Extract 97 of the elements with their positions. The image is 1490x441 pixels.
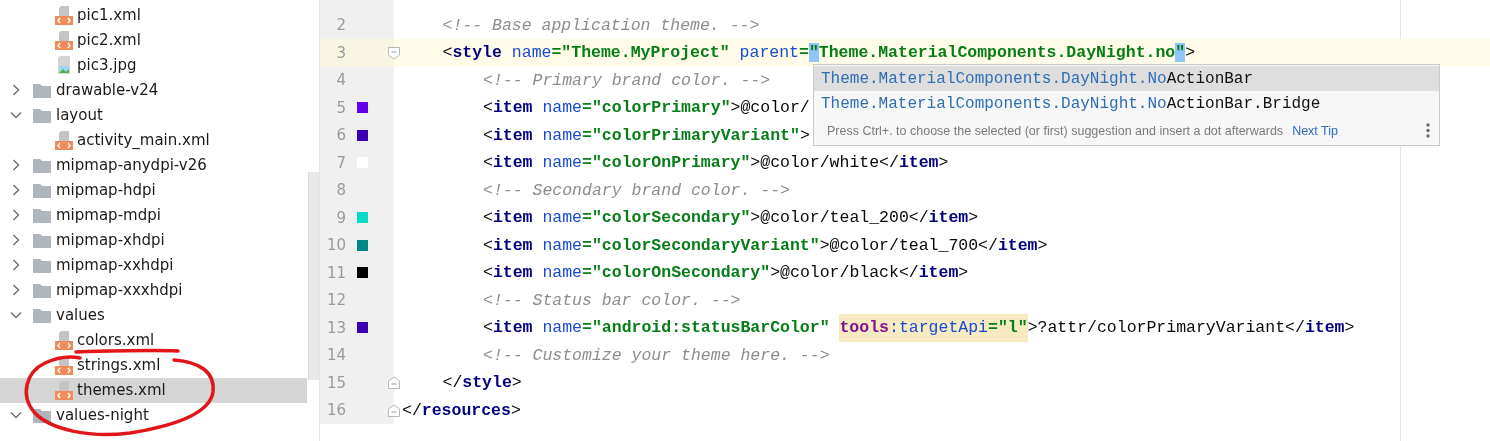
tree-row[interactable]: mipmap-xhdpi <box>0 227 307 253</box>
tree-row[interactable]: mipmap-xxhdpi <box>0 252 307 278</box>
line-number: 4 <box>335 71 346 90</box>
tree-row[interactable]: values <box>0 302 307 328</box>
tree-row[interactable]: pic1.xml <box>0 2 307 28</box>
code-line: </style> <box>441 372 522 395</box>
chevron-right-icon[interactable] <box>10 184 22 196</box>
line-number: 5 <box>335 98 346 117</box>
line-number: 6 <box>335 126 346 145</box>
code-line: <item name="colorOnSecondary">@color/black</item> <box>482 262 969 285</box>
code-line: <item name="android:statusBarColor" tools:targetApi="l">?attr/colorPrimaryVariant</item> <box>394 314 1355 342</box>
tree-row[interactable]: layout <box>0 102 307 128</box>
folder-icon <box>33 182 51 198</box>
tree-row[interactable]: pic3.jpg <box>0 52 307 78</box>
code-line: </resources> <box>401 399 521 422</box>
folder-name: values-night <box>56 406 149 424</box>
folder-icon <box>33 82 51 98</box>
xml-file-icon <box>55 5 73 25</box>
chevron-down-icon[interactable] <box>10 309 22 321</box>
line-number: 2 <box>335 16 346 35</box>
tree-row[interactable]: mipmap-xxxhdpi <box>0 277 307 303</box>
code-line: <item name="colorPrimaryVariant"> <box>482 124 810 147</box>
line-number: 8 <box>335 181 346 200</box>
file-name: themes.xml <box>77 381 166 399</box>
chevron-right-icon[interactable] <box>10 159 22 171</box>
scrollbar[interactable] <box>308 172 319 380</box>
line-number: 16 <box>325 401 346 420</box>
line-number: 7 <box>335 153 346 172</box>
folder-icon <box>33 282 51 298</box>
tree-row[interactable]: pic2.xml <box>0 27 307 53</box>
line-number: 10 <box>325 236 346 255</box>
folder-name: mipmap-anydpi-v26 <box>56 156 207 174</box>
line-number: 13 <box>325 318 346 337</box>
folder-name: values <box>56 306 105 324</box>
folder-icon <box>33 157 51 173</box>
line-number: 15 <box>325 373 346 392</box>
file-name: colors.xml <box>77 331 155 349</box>
folder-name: drawable-v24 <box>56 81 159 99</box>
line-number: 11 <box>325 263 346 282</box>
tree-row[interactable]: drawable-v24 <box>0 77 307 103</box>
tree-row[interactable]: strings.xml <box>0 352 307 378</box>
code-line: <item name="colorSecondary">@color/teal_200</item> <box>482 207 979 230</box>
tree-row[interactable]: themes.xml <box>0 377 307 403</box>
code-line: <!-- Customize your theme here. --> <box>482 344 830 367</box>
xml-file-icon <box>55 330 73 350</box>
xml-file-icon <box>55 380 73 400</box>
tree-row[interactable]: activity_main.xml <box>0 127 307 153</box>
suggestion-item[interactable]: Theme.MaterialComponents.DayNight.NoActionBar <box>814 66 1439 91</box>
chevron-right-icon[interactable] <box>10 259 22 271</box>
image-file-icon <box>55 55 73 75</box>
file-name: pic1.xml <box>77 6 141 24</box>
suggestion-item[interactable]: Theme.MaterialComponents.DayNight.NoActionBar.Bridge <box>814 91 1439 116</box>
folder-name: layout <box>56 106 103 124</box>
code-line: <item name="colorPrimary">@color/ <box>482 97 810 120</box>
folder-name: mipmap-mdpi <box>56 206 161 224</box>
chevron-down-icon[interactable] <box>10 109 22 121</box>
tree-row[interactable]: colors.xml <box>0 327 307 353</box>
folder-icon <box>33 207 51 223</box>
fold-marker-icon[interactable] <box>387 403 401 418</box>
fold-marker-icon[interactable] <box>387 46 401 60</box>
line-number: 9 <box>335 208 346 227</box>
folder-name: mipmap-xhdpi <box>56 231 165 249</box>
tree-row[interactable]: mipmap-mdpi <box>0 202 307 228</box>
tree-row[interactable]: mipmap-anydpi-v26 <box>0 152 307 178</box>
line-number: 12 <box>325 291 346 310</box>
chevron-right-icon[interactable] <box>10 284 22 296</box>
folder-name: mipmap-xxxhdpi <box>56 281 183 299</box>
xml-file-icon <box>55 130 73 150</box>
chevron-right-icon[interactable] <box>10 84 22 96</box>
folder-icon <box>33 307 51 323</box>
line-number: 14 <box>325 346 346 365</box>
file-name: pic2.xml <box>77 31 141 49</box>
line-number: 3 <box>335 43 346 62</box>
file-name: pic3.jpg <box>77 56 137 74</box>
chevron-down-icon[interactable] <box>10 409 22 421</box>
more-options-icon[interactable] <box>1426 123 1430 138</box>
chevron-right-icon[interactable] <box>10 234 22 246</box>
tree-row[interactable]: mipmap-hdpi <box>0 177 307 203</box>
file-name: activity_main.xml <box>77 131 210 149</box>
next-tip-link[interactable]: Next Tip <box>1292 123 1338 138</box>
folder-icon <box>33 107 51 123</box>
code-line: <item name="colorOnPrimary">@color/white</item> <box>482 152 949 175</box>
code-line: <!-- Primary brand color. --> <box>482 69 771 92</box>
code-line: <!-- Status bar color. --> <box>482 289 741 312</box>
folder-icon <box>33 257 51 273</box>
folder-icon <box>33 232 51 248</box>
code-line: <!-- Base application theme. --> <box>441 14 760 37</box>
chevron-right-icon[interactable] <box>10 209 22 221</box>
fold-marker-icon[interactable] <box>387 376 401 390</box>
folder-name: mipmap-hdpi <box>56 181 156 199</box>
code-line: <item name="colorSecondaryVariant">@color/teal_700</item> <box>482 234 1048 257</box>
code-line: <!-- Secondary brand color. --> <box>482 179 790 202</box>
folder-name: mipmap-xxhdpi <box>56 256 174 274</box>
xml-file-icon <box>55 30 73 50</box>
tree-row[interactable]: values-night <box>0 402 307 428</box>
hint-text: Press Ctrl+. to choose the selected (or first) suggestion and insert a dot afterwards <box>827 123 1284 138</box>
file-name: strings.xml <box>77 356 161 374</box>
